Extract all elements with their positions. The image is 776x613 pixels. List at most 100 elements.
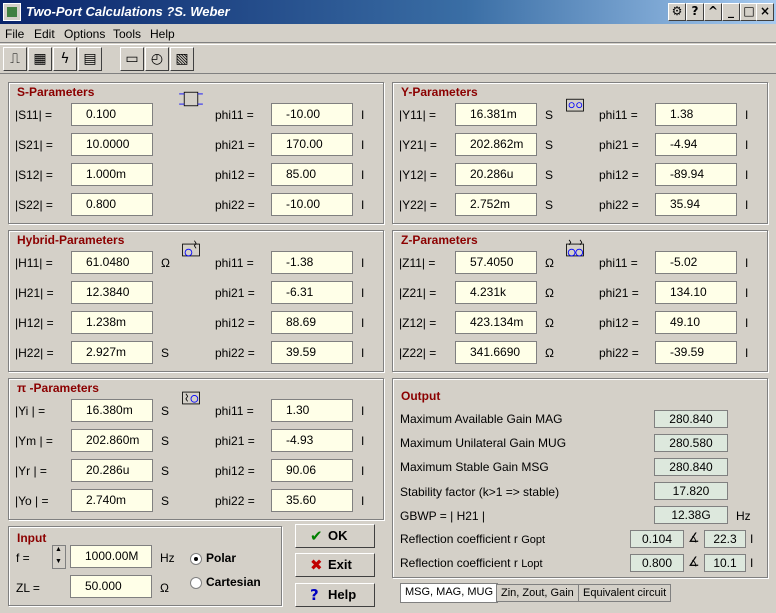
smith-chart-icon[interactable]: ◴ (145, 47, 169, 71)
y-circuit-icon (566, 98, 584, 112)
y-phi12-input[interactable]: -89.94 (655, 163, 737, 186)
h-phi12-input[interactable]: 88.69 (271, 311, 353, 334)
frequency-spinner[interactable] (52, 545, 66, 569)
frequency-label: f = (16, 551, 30, 565)
y12-unit: S (545, 168, 554, 182)
menu-options[interactable]: Options (64, 27, 105, 41)
s12-input[interactable]: 1.000m (71, 163, 153, 186)
angle-icon: ∡ (688, 530, 700, 545)
frequency-input[interactable]: 1000.00M (70, 545, 152, 568)
h-phi12-label: phi12 = (215, 316, 255, 330)
pi-phi22-input[interactable]: 35.60 (271, 489, 353, 512)
z-phi21-unit: I (745, 286, 749, 300)
y21-input[interactable]: 202.862m (455, 133, 537, 156)
close-icon[interactable]: × (756, 3, 774, 21)
h12-input[interactable]: 1.238m (71, 311, 153, 334)
lopt-angle: 10.1 (704, 554, 746, 572)
help-button[interactable]: ? Help (295, 583, 375, 607)
s-phi11-input[interactable]: -10.00 (271, 103, 353, 126)
s-phi12-input[interactable]: 85.00 (271, 163, 353, 186)
gbwp-unit: Hz (736, 509, 751, 523)
gopt-angle-unit: I (750, 532, 754, 546)
z-phi12-input[interactable]: 49.10 (655, 311, 737, 334)
cartesian-radio[interactable] (190, 577, 202, 589)
z12-input[interactable]: 423.134m (455, 311, 537, 334)
load-impedance-label: ZL = (16, 581, 40, 595)
y22-unit: S (545, 198, 554, 212)
menu-file[interactable]: File (5, 27, 24, 41)
yr-label: |Yr | = (15, 464, 47, 478)
lightning-icon[interactable]: ϟ (53, 47, 77, 71)
minimize-icon[interactable]: _ (722, 3, 740, 21)
z-phi22-unit: I (745, 346, 749, 360)
s21-input[interactable]: 10.0000 (71, 133, 153, 156)
pi-parameters-title: π -Parameters (17, 381, 99, 395)
h22-input[interactable]: 2.927m (71, 341, 153, 364)
output-tabs: MSG, MAG, MUG Zin, Zout, Gain Equivalent… (392, 583, 768, 605)
calculator-icon[interactable]: ▦ (28, 47, 52, 71)
z-phi21-input[interactable]: 134.10 (655, 281, 737, 304)
ok-button[interactable]: ✔ OK (295, 524, 375, 548)
pi-phi22-unit: I (361, 494, 365, 508)
yr-unit: S (161, 464, 170, 478)
pi-phi12-input[interactable]: 90.06 (271, 459, 353, 482)
document-icon[interactable]: ▤ (78, 47, 102, 71)
y-phi21-label: phi21 = (599, 138, 639, 152)
y11-input[interactable]: 16.381m (455, 103, 537, 126)
h-phi21-label: phi21 = (215, 286, 255, 300)
h-phi12-unit: I (361, 316, 365, 330)
h-phi22-input[interactable]: 39.59 (271, 341, 353, 364)
z-phi11-input[interactable]: -5.02 (655, 251, 737, 274)
s-phi21-input[interactable]: 170.00 (271, 133, 353, 156)
lopt-angle-unit: I (750, 556, 754, 570)
rollup-icon[interactable]: ^ (704, 3, 722, 21)
z21-input[interactable]: 4.231k (455, 281, 537, 304)
h-phi11-input[interactable]: -1.38 (271, 251, 353, 274)
y11-label: |Y11| = (399, 108, 437, 122)
load-impedance-input[interactable]: 50.000 (70, 575, 152, 598)
pi-phi11-input[interactable]: 1.30 (271, 399, 353, 422)
yr-input[interactable]: 20.286u (71, 459, 153, 482)
yo-input[interactable]: 2.740m (71, 489, 153, 512)
s11-input[interactable]: 0.100 (71, 103, 153, 126)
exit-button[interactable]: ✖ Exit (295, 553, 375, 577)
plot-icon[interactable]: ▧ (170, 47, 194, 71)
y-phi22-input[interactable]: 35.94 (655, 193, 737, 216)
s-phi22-input[interactable]: -10.00 (271, 193, 353, 216)
y12-label: |Y12| = (399, 168, 437, 182)
y-phi21-input[interactable]: -4.94 (655, 133, 737, 156)
app-icon[interactable] (3, 3, 21, 21)
tab-zin-zout-gain[interactable]: Zin, Zout, Gain (496, 584, 579, 602)
y22-label: |Y22| = (399, 198, 437, 212)
s12-label: |S12| = (15, 168, 53, 182)
frequency-unit: Hz (160, 551, 175, 565)
h-phi21-input[interactable]: -6.31 (271, 281, 353, 304)
y-phi11-input[interactable]: 1.38 (655, 103, 737, 126)
polar-radio[interactable] (190, 553, 202, 565)
menu-help[interactable]: Help (150, 27, 175, 41)
toolbar: ⎍ ▦ ϟ ▤ ▭ ◴ ▧ (0, 44, 776, 74)
menu-edit[interactable]: Edit (34, 27, 55, 41)
y22-input[interactable]: 2.752m (455, 193, 537, 216)
h-phi22-label: phi22 = (215, 346, 255, 360)
z12-label: |Z12| = (399, 316, 437, 330)
ym-input[interactable]: 202.860m (71, 429, 153, 452)
h11-input[interactable]: 61.0480 (71, 251, 153, 274)
open-parameters-icon[interactable]: ⎍ (3, 47, 27, 71)
z-phi22-input[interactable]: -39.59 (655, 341, 737, 364)
tab-equivalent-circuit[interactable]: Equivalent circuit (578, 584, 672, 602)
z11-input[interactable]: 57.4050 (455, 251, 537, 274)
y12-input[interactable]: 20.286u (455, 163, 537, 186)
z22-input[interactable]: 341.6690 (455, 341, 537, 364)
s22-input[interactable]: 0.800 (71, 193, 153, 216)
yi-input[interactable]: 16.380m (71, 399, 153, 422)
y11-unit: S (545, 108, 554, 122)
pi-phi21-input[interactable]: -4.93 (271, 429, 353, 452)
menu-tools[interactable]: Tools (113, 27, 141, 41)
folder-icon[interactable]: ▭ (120, 47, 144, 71)
extra-icon[interactable]: ⚙ (668, 3, 686, 21)
h21-input[interactable]: 12.3840 (71, 281, 153, 304)
help-icon[interactable]: ? (686, 3, 704, 21)
yi-unit: S (161, 404, 170, 418)
tab-msg-mag-mug[interactable]: MSG, MAG, MUG (400, 583, 498, 603)
